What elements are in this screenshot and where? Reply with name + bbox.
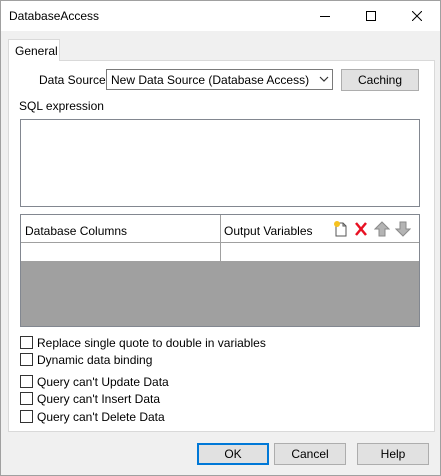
minimize-button[interactable] [302, 1, 348, 31]
ok-button-label: OK [224, 447, 242, 461]
table-row[interactable] [21, 243, 419, 262]
cant-delete-data-checkbox[interactable] [20, 410, 33, 423]
move-down-icon[interactable] [395, 221, 411, 237]
data-source-select[interactable]: New Data Source (Database Access) [106, 69, 333, 90]
cancel-button-label: Cancel [291, 447, 329, 461]
cant-insert-data-label[interactable]: Query can't Insert Data [37, 392, 160, 406]
add-row-icon[interactable] [333, 221, 349, 237]
cant-insert-data-checkbox[interactable] [20, 392, 33, 405]
close-icon [412, 11, 422, 21]
database-access-dialog: DatabaseAccess General Data Source: New … [0, 0, 441, 476]
tab-general[interactable]: General [8, 39, 60, 61]
tab-general-label: General [15, 44, 58, 58]
cant-delete-data-label[interactable]: Query can't Delete Data [37, 410, 165, 424]
column-header-database-columns[interactable]: Database Columns [25, 224, 127, 238]
sql-expression-label: SQL expression [19, 99, 104, 113]
grid-header: Database Columns Output Variables [21, 215, 419, 243]
column-divider [220, 215, 221, 243]
caching-button[interactable]: Caching [341, 69, 419, 91]
dynamic-data-binding-label[interactable]: Dynamic data binding [37, 353, 152, 367]
cancel-button[interactable]: Cancel [274, 443, 346, 465]
cant-update-data-label[interactable]: Query can't Update Data [37, 375, 169, 389]
maximize-icon [366, 11, 376, 21]
window-title: DatabaseAccess [9, 9, 100, 23]
chevron-down-icon [319, 76, 329, 82]
ok-button[interactable]: OK [197, 443, 269, 465]
dynamic-data-binding-checkbox[interactable] [20, 353, 33, 366]
close-button[interactable] [394, 1, 440, 31]
replace-single-quote-checkbox[interactable] [20, 336, 33, 349]
maximize-button[interactable] [348, 1, 394, 31]
column-mapping-grid[interactable]: Database Columns Output Variables [20, 214, 420, 327]
help-button[interactable]: Help [357, 443, 429, 465]
column-divider [220, 243, 221, 262]
data-source-label: Data Source: [39, 73, 110, 87]
move-up-icon[interactable] [374, 221, 390, 237]
sql-expression-field[interactable] [20, 119, 420, 207]
delete-icon[interactable] [353, 221, 369, 237]
caching-button-label: Caching [357, 73, 403, 87]
help-button-label: Help [380, 447, 406, 461]
replace-single-quote-label[interactable]: Replace single quote to double in variab… [37, 336, 266, 350]
minimize-icon [320, 16, 330, 17]
column-header-output-variables[interactable]: Output Variables [224, 224, 313, 238]
data-source-value: New Data Source (Database Access) [111, 73, 310, 87]
cant-update-data-checkbox[interactable] [20, 375, 33, 388]
title-bar: DatabaseAccess [1, 1, 440, 31]
